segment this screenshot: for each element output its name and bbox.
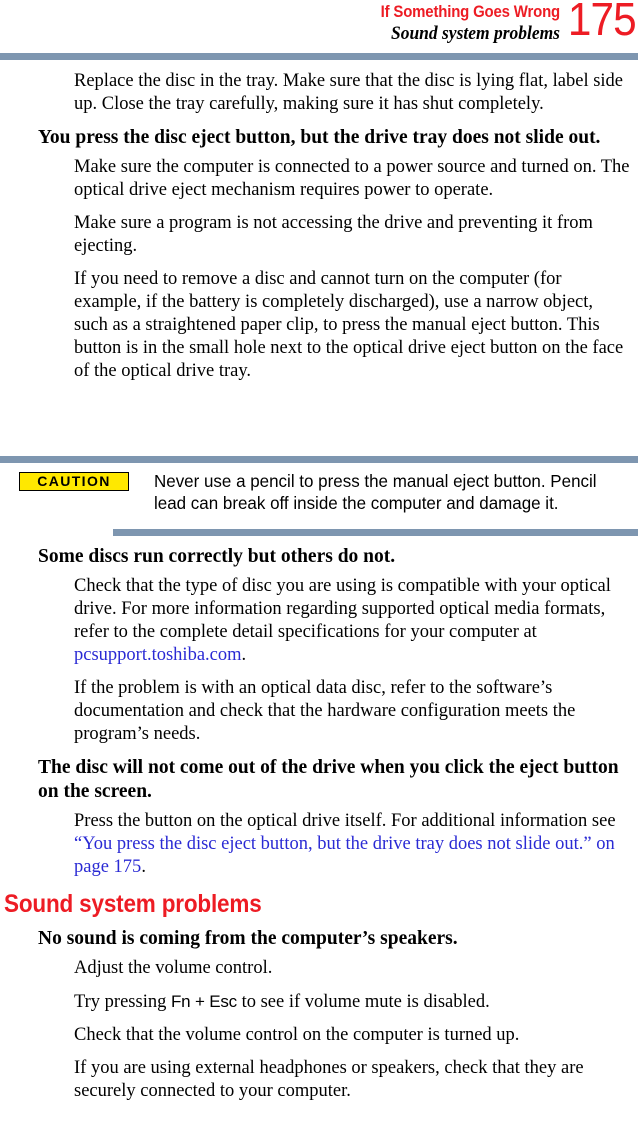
paragraph-try-pressing-pre: Try pressing — [74, 992, 171, 1012]
header-section-title: Sound system problems — [390, 23, 560, 44]
paragraph-try-pressing-post: to see if volume mute is disabled. — [236, 992, 490, 1012]
paragraph-press-button-period: . — [141, 857, 146, 877]
caution-callout: CAUTION Never use a pencil to press the … — [0, 470, 638, 514]
paragraph-press-button-text: Press the button on the optical drive it… — [74, 811, 616, 831]
paragraph-adjust-volume: Adjust the volume control. — [74, 958, 273, 978]
paragraph-check-disc-type-text: Check that the type of disc you are usin… — [74, 576, 611, 642]
paragraph-manual-eject: If you need to remove a disc and cannot … — [74, 269, 624, 381]
section-heading-sound-system-problems: Sound system problems — [4, 890, 262, 918]
paragraph-press-button: Press the button on the optical drive it… — [74, 810, 630, 879]
page-header: If Something Goes Wrong Sound system pro… — [0, 0, 638, 52]
symptom-heading-disc-not-come-out: The disc will not come out of the drive … — [38, 757, 619, 802]
header-titles: If Something Goes Wrong Sound system pro… — [140, 2, 561, 45]
paragraph-check-volume-control: Check that the volume control on the com… — [74, 1025, 520, 1045]
keyboard-shortcut-fn-esc: Fn + Esc — [170, 992, 237, 1011]
paragraph-check-disc-type: Check that the type of disc you are usin… — [74, 575, 630, 667]
link-cross-reference-eject-button[interactable]: “You press the disc eject button, but th… — [74, 834, 615, 877]
paragraph-check-disc-type-period: . — [241, 645, 247, 665]
content-block-upper: Replace the disc in the tray. Make sure … — [0, 70, 638, 393]
paragraph-power-source: Make sure the computer is connected to a… — [74, 157, 630, 200]
document-page: If Something Goes Wrong Sound system pro… — [0, 0, 638, 1128]
caution-badge: CAUTION — [19, 472, 129, 491]
paragraph-replace-disc: Replace the disc in the tray. Make sure … — [74, 71, 624, 114]
link-pcsupport-toshiba[interactable]: pcsupport.toshiba.com — [74, 645, 242, 665]
header-chapter-title: If Something Goes Wrong — [380, 2, 561, 21]
caution-top-rule — [0, 456, 638, 463]
content-block-lower: Some discs run correctly but others do n… — [0, 545, 638, 1113]
caution-bottom-rule — [113, 529, 638, 536]
paragraph-try-pressing-keys: Try pressing Fn + Esc to see if volume m… — [74, 990, 630, 1014]
paragraph-external-headphones: If you are using external headphones or … — [74, 1058, 584, 1101]
symptom-heading-no-sound: No sound is coming from the computer’s s… — [38, 928, 458, 949]
header-divider-rule — [0, 53, 638, 60]
symptom-heading-some-discs: Some discs run correctly but others do n… — [38, 546, 396, 567]
paragraph-program-accessing: Make sure a program is not accessing the… — [74, 213, 593, 256]
symptom-heading-eject-button: You press the disc eject button, but the… — [38, 127, 601, 148]
paragraph-optical-data-disc: If the problem is with an optical data d… — [74, 678, 576, 744]
caution-text: Never use a pencil to press the manual e… — [154, 471, 597, 513]
page-number: 175 — [568, 0, 637, 45]
